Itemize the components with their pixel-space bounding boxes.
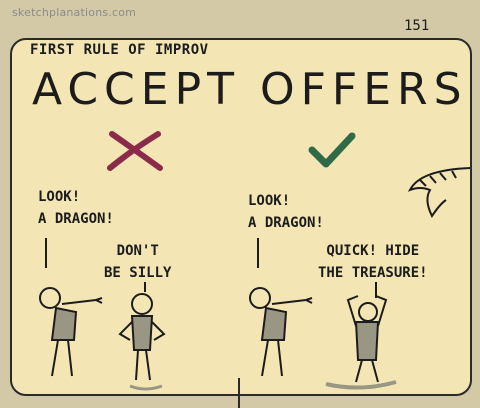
left-speaker-figure [39,238,103,377]
left-listener-figure [118,282,166,391]
right-speaker-speech: LOOK! A DRAGON! [248,190,324,234]
speech-line: BE SiLLY [104,265,172,281]
right-listener-speech: QUiCK! HiDE THE TREASURE! [318,240,428,284]
speech-line: LOOK! [38,189,81,205]
speech-line: A DRAGON! [38,211,114,227]
left-speaker-speech: LOOK! A DRAGON! [38,186,114,230]
dragon-claw-icon [407,167,471,218]
right-listener-figure [325,282,397,390]
speech-line: A DRAGON! [248,215,324,231]
check-icon [308,132,356,168]
cross-icon [107,131,163,171]
sketch-page: sketchplanations.com 151 FIRST RULE OF i… [0,0,480,408]
speech-line: DON'T [116,243,159,259]
speech-line: QUiCK! HiDE [326,243,420,259]
left-listener-speech: DON'T BE SiLLY [104,240,171,284]
right-speaker-figure [249,238,313,377]
speech-line: THE TREASURE! [318,265,428,281]
speech-line: LOOK! [248,193,291,209]
